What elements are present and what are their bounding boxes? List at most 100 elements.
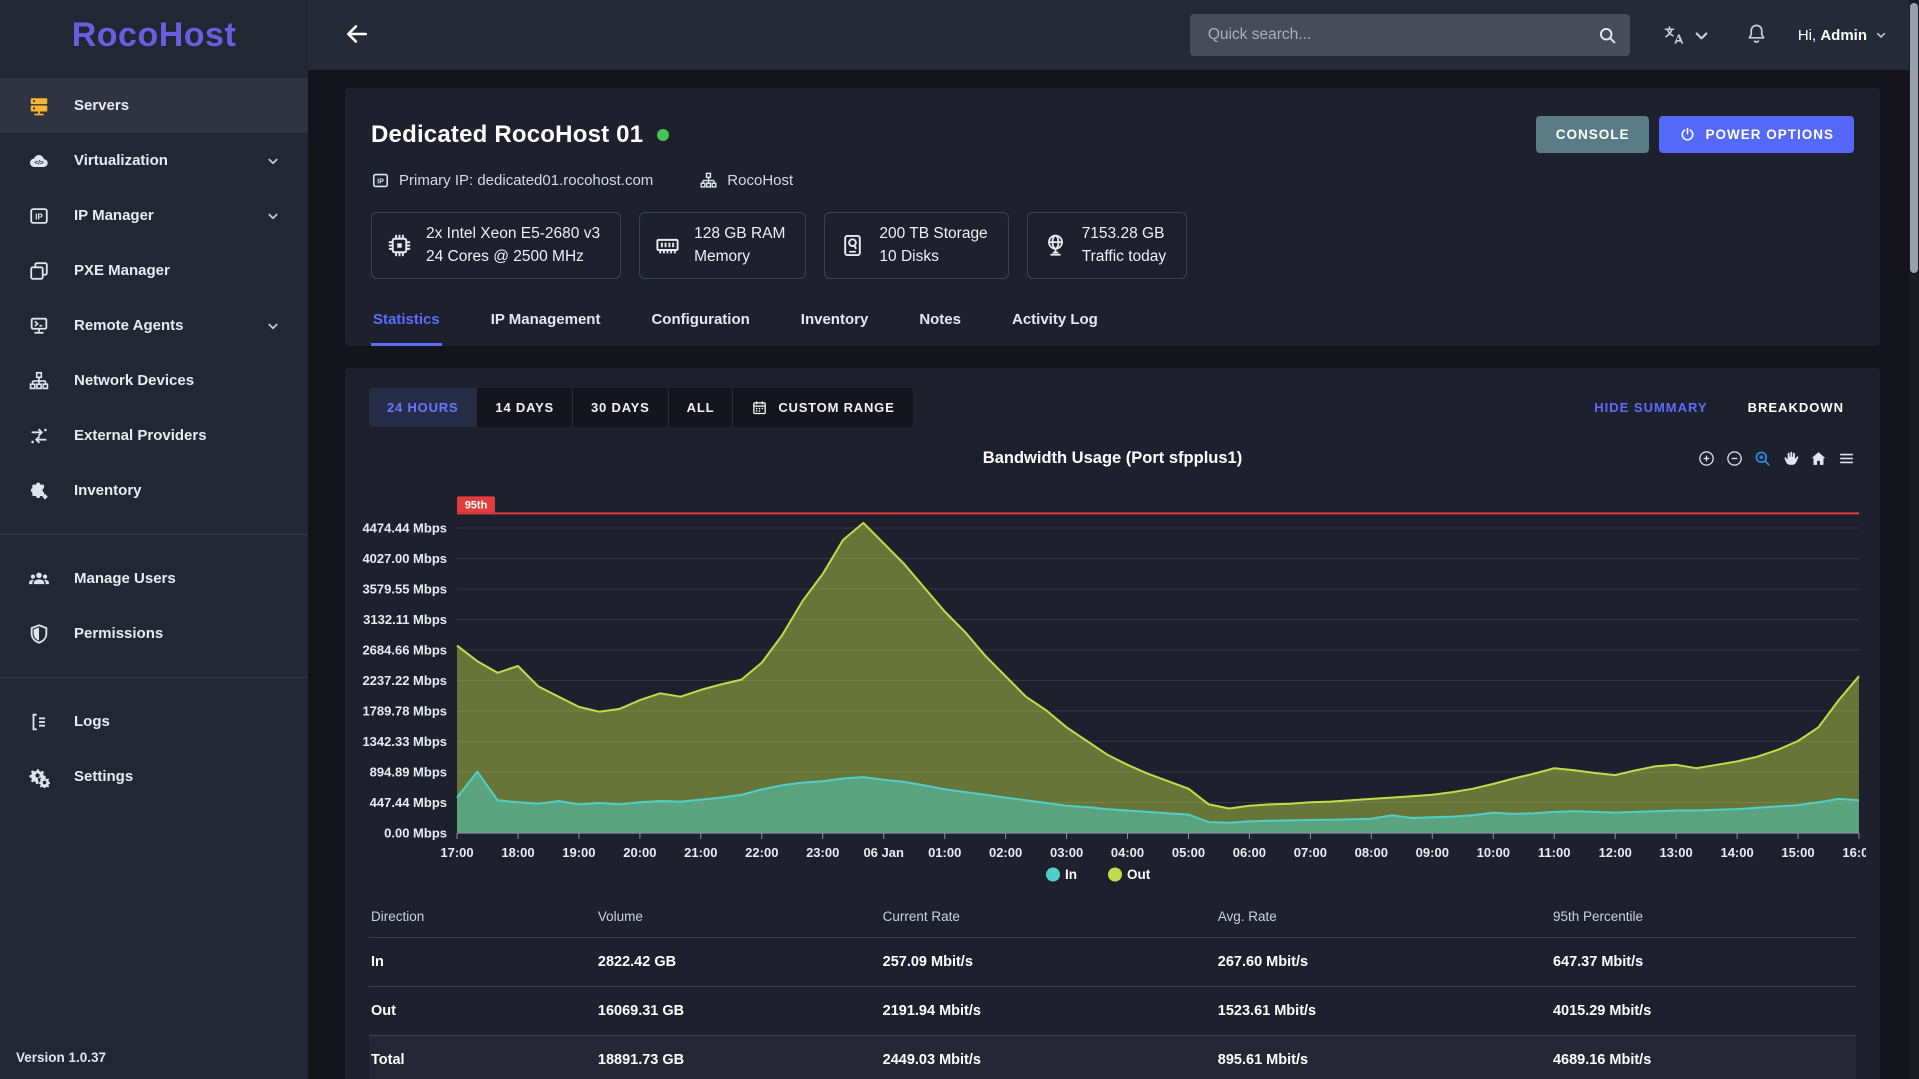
tabs-row: Statistics IP Management Configuration Inve…: [371, 301, 1854, 346]
search-box[interactable]: [1190, 14, 1630, 56]
svg-text:2237.22 Mbps: 2237.22 Mbps: [362, 673, 447, 688]
sidebar-item-pxe-manager[interactable]: PXE Manager: [0, 243, 308, 298]
table-cell: Total: [371, 1052, 598, 1068]
tab-ip-management[interactable]: IP Management: [489, 301, 603, 346]
zoom-out-icon[interactable]: [1725, 449, 1744, 468]
svg-text:3132.11 Mbps: 3132.11 Mbps: [363, 612, 447, 627]
arrow-left-icon: [344, 21, 370, 47]
app-version: Version 1.0.37: [16, 1050, 106, 1065]
sidebar-item-permissions[interactable]: Permissions: [0, 606, 308, 661]
svg-text:03:00: 03:00: [1050, 845, 1083, 860]
chevron-down-icon: [1873, 27, 1889, 43]
selection-zoom-icon[interactable]: [1753, 449, 1772, 468]
power-options-button[interactable]: POWER OPTIONS: [1659, 116, 1854, 153]
sidebar-item-remote-agents[interactable]: Remote Agents: [0, 298, 308, 353]
svg-text:01:00: 01:00: [928, 845, 961, 860]
svg-text:07:00: 07:00: [1294, 845, 1327, 860]
sidebar-item-label: Network Devices: [74, 372, 194, 389]
scrollbar-thumb[interactable]: [1910, 3, 1918, 273]
table-header-current-rate: Current Rate: [883, 909, 1218, 924]
bell-icon: [1745, 22, 1768, 45]
svg-text:19:00: 19:00: [562, 845, 595, 860]
ip-badge-icon: IP: [371, 171, 390, 190]
chart-toolbar: [1697, 449, 1856, 468]
user-menu[interactable]: Hi, Admin: [1798, 27, 1889, 44]
sidebar-item-settings[interactable]: Settings: [0, 749, 308, 804]
topbar: Hi, Admin: [308, 0, 1919, 70]
table-cell: 267.60 Mbit/s: [1218, 954, 1553, 970]
range-30-days[interactable]: 30 DAYS: [573, 388, 669, 427]
svg-text:08:00: 08:00: [1355, 845, 1388, 860]
notifications-button[interactable]: [1743, 20, 1770, 50]
svg-text:894.89 Mbps: 894.89 Mbps: [370, 764, 447, 779]
table-cell: 4689.16 Mbit/s: [1553, 1052, 1854, 1068]
pan-icon[interactable]: [1781, 449, 1800, 468]
sidebar-item-ip-manager[interactable]: IP IP Manager: [0, 188, 308, 243]
menu-icon[interactable]: [1837, 449, 1856, 468]
breakdown-link[interactable]: BREAKDOWN: [1748, 400, 1844, 415]
summary-links: HIDE SUMMARY BREAKDOWN: [1594, 400, 1856, 415]
sidebar-item-label: IP Manager: [74, 207, 154, 224]
shield-icon: [28, 623, 50, 645]
svg-text:13:00: 13:00: [1659, 845, 1692, 860]
sidebar-item-label: Remote Agents: [74, 317, 183, 334]
sidebar-item-label: Virtualization: [74, 152, 168, 169]
zoom-in-icon[interactable]: [1697, 449, 1716, 468]
range-14-days[interactable]: 14 DAYS: [477, 388, 573, 427]
tab-inventory[interactable]: Inventory: [799, 301, 871, 346]
table-cell: 2822.42 GB: [598, 954, 883, 970]
svg-text:16:00: 16:00: [1842, 845, 1866, 860]
title-row: Dedicated RocoHost 01 CONSOLE POWER OPTI…: [371, 116, 1854, 153]
tab-statistics[interactable]: Statistics: [371, 301, 442, 346]
traffic-summary-table: DirectionVolumeCurrent RateAvg. Rate95th…: [359, 897, 1866, 1079]
svg-text:1789.78 Mbps: 1789.78 Mbps: [362, 703, 447, 718]
sidebar-item-manage-users[interactable]: Manage Users: [0, 551, 308, 606]
logs-icon: [28, 711, 50, 733]
svg-text:04:00: 04:00: [1111, 845, 1144, 860]
tab-configuration[interactable]: Configuration: [649, 301, 751, 346]
back-button[interactable]: [340, 17, 374, 54]
sidebar-item-network-devices[interactable]: Network Devices: [0, 353, 308, 408]
sidebar-item-external-providers[interactable]: External Providers: [0, 408, 308, 463]
bandwidth-chart[interactable]: 4474.44 Mbps4027.00 Mbps3579.55 Mbps3132…: [359, 477, 1866, 893]
sidebar-item-label: PXE Manager: [74, 262, 170, 279]
table-header-95th-percentile: 95th Percentile: [1553, 909, 1854, 924]
sidebar-item-servers[interactable]: Servers: [0, 78, 308, 133]
sidebar-item-virtualization[interactable]: </>Virtualization: [0, 133, 308, 188]
sidebar-item-inventory[interactable]: Inventory: [0, 463, 308, 518]
table-cell: 1523.61 Mbit/s: [1218, 1003, 1553, 1019]
page-scrollbar[interactable]: [1909, 0, 1919, 1079]
search-input[interactable]: [1206, 25, 1597, 45]
svg-text:11:00: 11:00: [1538, 845, 1571, 860]
ip-manager-icon: IP: [28, 205, 50, 227]
console-button[interactable]: CONSOLE: [1536, 116, 1650, 153]
external-providers-icon: [28, 425, 50, 447]
network-devices-icon: [28, 370, 50, 392]
table-header-row: DirectionVolumeCurrent RateAvg. Rate95th…: [369, 897, 1856, 937]
svg-text:In: In: [1065, 867, 1077, 882]
status-online-dot: [657, 129, 669, 141]
home-icon[interactable]: [1809, 449, 1828, 468]
table-cell: Out: [371, 1003, 598, 1019]
svg-text:IP: IP: [377, 178, 384, 186]
range-24-hours[interactable]: 24 HOURS: [369, 388, 477, 427]
language-switcher[interactable]: [1662, 24, 1713, 47]
server-header-panel: Dedicated RocoHost 01 CONSOLE POWER OPTI…: [345, 88, 1880, 346]
tab-activity-log[interactable]: Activity Log: [1010, 301, 1100, 346]
pxe-manager-icon: [28, 260, 50, 282]
primary-ip: IP Primary IP: dedicated01.rocohost.com: [371, 171, 653, 190]
range-all[interactable]: ALL: [669, 388, 734, 427]
hide-summary-link[interactable]: HIDE SUMMARY: [1594, 400, 1707, 415]
spec-card-10-disks: 200 TB Storage10 Disks: [824, 212, 1008, 279]
svg-text:20:00: 20:00: [623, 845, 656, 860]
sidebar-item-logs[interactable]: Logs: [0, 694, 308, 749]
range-custom-range[interactable]: CUSTOM RANGE: [733, 388, 912, 427]
tab-notes[interactable]: Notes: [917, 301, 963, 346]
chevron-down-icon: [1690, 24, 1713, 47]
provider: RocoHost: [699, 171, 793, 190]
svg-text:02:00: 02:00: [989, 845, 1022, 860]
search-icon[interactable]: [1597, 25, 1618, 46]
sidebar: RocoHost Servers</>VirtualizationIPIP Ma…: [0, 0, 308, 1079]
sidebar-item-label: Servers: [74, 97, 129, 114]
svg-text:22:00: 22:00: [745, 845, 778, 860]
